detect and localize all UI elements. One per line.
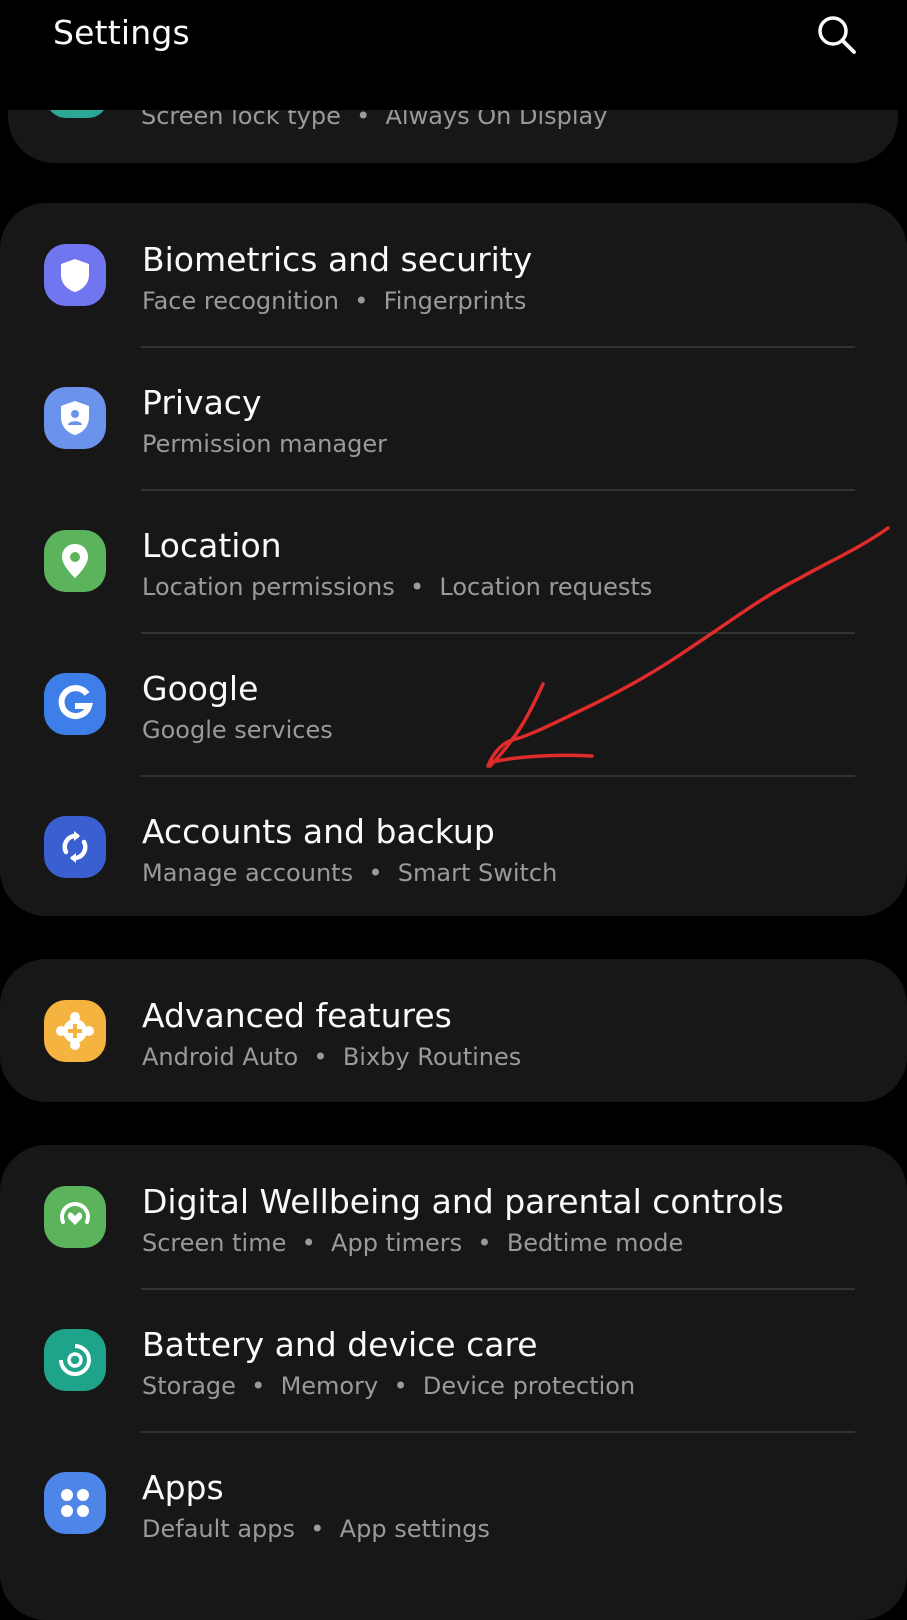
settings-item-biometrics[interactable]: Biometrics and security Face recognition…: [0, 203, 907, 348]
settings-item-battery-device-care[interactable]: Battery and device care Storage • Memory…: [0, 1288, 907, 1433]
search-icon: [818, 16, 856, 54]
settings-item-advanced-features[interactable]: Advanced features Android Auto • Bixby R…: [0, 959, 907, 1102]
settings-item-digital-wellbeing[interactable]: Digital Wellbeing and parental controls …: [0, 1145, 907, 1290]
item-subtitle: Face recognition • Fingerprints: [142, 287, 527, 315]
apps-grid-icon: [44, 1472, 106, 1534]
item-title: Accounts and backup: [142, 812, 495, 851]
item-title: Google: [142, 669, 259, 708]
item-title: Battery and device care: [142, 1325, 538, 1364]
settings-group-security: Biometrics and security Face recognition…: [0, 203, 907, 916]
shield-icon: [44, 244, 106, 306]
item-title: Digital Wellbeing and parental controls: [142, 1182, 784, 1221]
item-subtitle: Default apps • App settings: [142, 1515, 490, 1543]
settings-item-apps[interactable]: Apps Default apps • App settings: [0, 1431, 907, 1576]
privacy-shield-icon: [44, 387, 106, 449]
settings-item-privacy[interactable]: Privacy Permission manager: [0, 346, 907, 491]
page-title: Settings: [53, 13, 190, 52]
item-subtitle: Android Auto • Bixby Routines: [142, 1043, 522, 1071]
item-subtitle: Permission manager: [142, 430, 387, 458]
item-title: Apps: [142, 1468, 224, 1507]
settings-item-google[interactable]: Google Google services: [0, 632, 907, 777]
device-care-icon: [44, 1329, 106, 1391]
item-subtitle: Screen time • App timers • Bedtime mode: [142, 1229, 684, 1257]
item-title: Privacy: [142, 383, 262, 422]
item-subtitle: Location permissions • Location requests: [142, 573, 653, 601]
settings-item-location[interactable]: Location Location permissions • Location…: [0, 489, 907, 634]
item-subtitle: Manage accounts • Smart Switch: [142, 859, 558, 887]
item-title: Biometrics and security: [142, 240, 533, 279]
item-subtitle: Storage • Memory • Device protection: [142, 1372, 636, 1400]
search-button[interactable]: [812, 10, 862, 60]
settings-group-device: Digital Wellbeing and parental controls …: [0, 1145, 907, 1620]
wellbeing-heart-icon: [44, 1186, 106, 1248]
gear-plus-icon: [44, 1000, 106, 1062]
item-title: Location: [142, 526, 282, 565]
sync-arrows-icon: [44, 816, 106, 878]
item-title: Advanced features: [142, 996, 452, 1035]
settings-group-advanced: Advanced features Android Auto • Bixby R…: [0, 959, 907, 1102]
item-subtitle: Google services: [142, 716, 333, 744]
settings-item-accounts-backup[interactable]: Accounts and backup Manage accounts • Sm…: [0, 775, 907, 916]
google-g-icon: [44, 673, 106, 735]
app-bar: Settings: [0, 0, 907, 110]
location-pin-icon: [44, 530, 106, 592]
